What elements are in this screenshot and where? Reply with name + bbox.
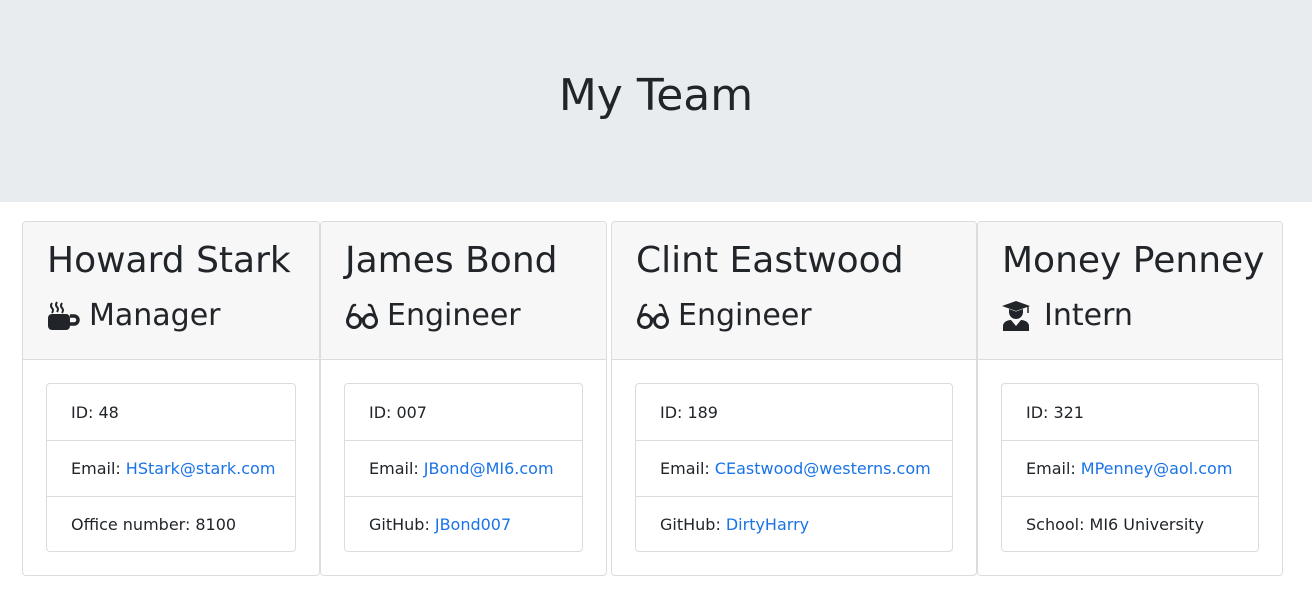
- coffee-mug-icon: [47, 301, 81, 331]
- employee-name: Howard Stark: [47, 240, 291, 281]
- employee-card-manager: Howard Stark Manager ID: 48 Email: HStar…: [22, 221, 320, 576]
- info-github: GitHub: JBond007: [345, 496, 582, 552]
- info-id: ID: 189: [636, 384, 952, 440]
- info-id: ID: 48: [47, 384, 295, 440]
- info-list: ID: 189 Email: CEastwood@westerns.com Gi…: [635, 383, 953, 552]
- github-label: GitHub:: [660, 515, 721, 534]
- info-github: GitHub: DirtyHarry: [636, 496, 952, 552]
- info-id: ID: 007: [345, 384, 582, 440]
- email-label: Email:: [369, 459, 419, 478]
- github-label: GitHub:: [369, 515, 430, 534]
- info-school: School: MI6 University: [1002, 496, 1258, 552]
- id-label: ID:: [1026, 402, 1049, 422]
- card-header: James Bond Engineer: [321, 222, 606, 360]
- id-value: 189: [687, 402, 718, 422]
- glasses-icon: [636, 301, 670, 331]
- card-header: Howard Stark Manager: [23, 222, 319, 360]
- card-header: Clint Eastwood Engineer: [612, 222, 976, 360]
- email-link[interactable]: HStark@stark.com: [126, 459, 276, 478]
- role-label: Engineer: [387, 298, 521, 333]
- employee-role: Engineer: [636, 296, 812, 336]
- page-title: My Team: [558, 70, 754, 121]
- school-label: School:: [1026, 515, 1085, 534]
- role-label: Manager: [89, 298, 221, 333]
- employee-name: Money Penney: [1002, 240, 1265, 281]
- email-label: Email:: [71, 459, 121, 478]
- github-link[interactable]: JBond007: [435, 515, 511, 534]
- id-label: ID:: [71, 402, 94, 422]
- glasses-icon: [345, 301, 379, 331]
- office-number-value: 8100: [195, 515, 237, 534]
- email-link[interactable]: JBond@MI6.com: [424, 459, 554, 478]
- id-value: 48: [98, 402, 119, 422]
- office-number-label: Office number:: [71, 515, 191, 534]
- employee-card-engineer: Clint Eastwood Engineer ID: 189 Email: C…: [611, 221, 977, 576]
- email-link[interactable]: MPenney@aol.com: [1081, 459, 1233, 478]
- role-label: Engineer: [678, 298, 812, 333]
- info-office-number: Office number: 8100: [47, 496, 295, 552]
- email-link[interactable]: CEastwood@westerns.com: [715, 459, 931, 478]
- employee-card-engineer: James Bond Engineer ID: 007 Email: JBond…: [320, 221, 607, 576]
- employee-card-intern: Money Penney Intern ID: 321 Email: MPenn…: [977, 221, 1283, 576]
- role-label: Intern: [1044, 298, 1133, 333]
- info-email: Email: MPenney@aol.com: [1002, 440, 1258, 496]
- employee-name: James Bond: [345, 240, 558, 281]
- employee-role: Manager: [47, 296, 221, 336]
- id-label: ID:: [369, 402, 392, 422]
- github-link[interactable]: DirtyHarry: [726, 515, 809, 534]
- id-value: 007: [396, 402, 427, 422]
- info-email: Email: HStark@stark.com: [47, 440, 295, 496]
- card-header: Money Penney Intern: [978, 222, 1282, 360]
- info-list: ID: 321 Email: MPenney@aol.com School: M…: [1001, 383, 1259, 552]
- id-label: ID:: [660, 402, 683, 422]
- info-email: Email: CEastwood@westerns.com: [636, 440, 952, 496]
- email-label: Email:: [1026, 459, 1076, 478]
- employee-name: Clint Eastwood: [636, 240, 904, 281]
- employee-role: Intern: [1002, 296, 1133, 336]
- info-list: ID: 007 Email: JBond@MI6.com GitHub: JBo…: [344, 383, 583, 552]
- email-label: Email:: [660, 459, 710, 478]
- info-email: Email: JBond@MI6.com: [345, 440, 582, 496]
- graduate-icon: [1002, 301, 1036, 331]
- jumbotron: My Team: [0, 0, 1312, 202]
- info-list: ID: 48 Email: HStark@stark.com Office nu…: [46, 383, 296, 552]
- id-value: 321: [1053, 402, 1084, 422]
- employee-role: Engineer: [345, 296, 521, 336]
- school-value: MI6 University: [1089, 515, 1205, 534]
- info-id: ID: 321: [1002, 384, 1258, 440]
